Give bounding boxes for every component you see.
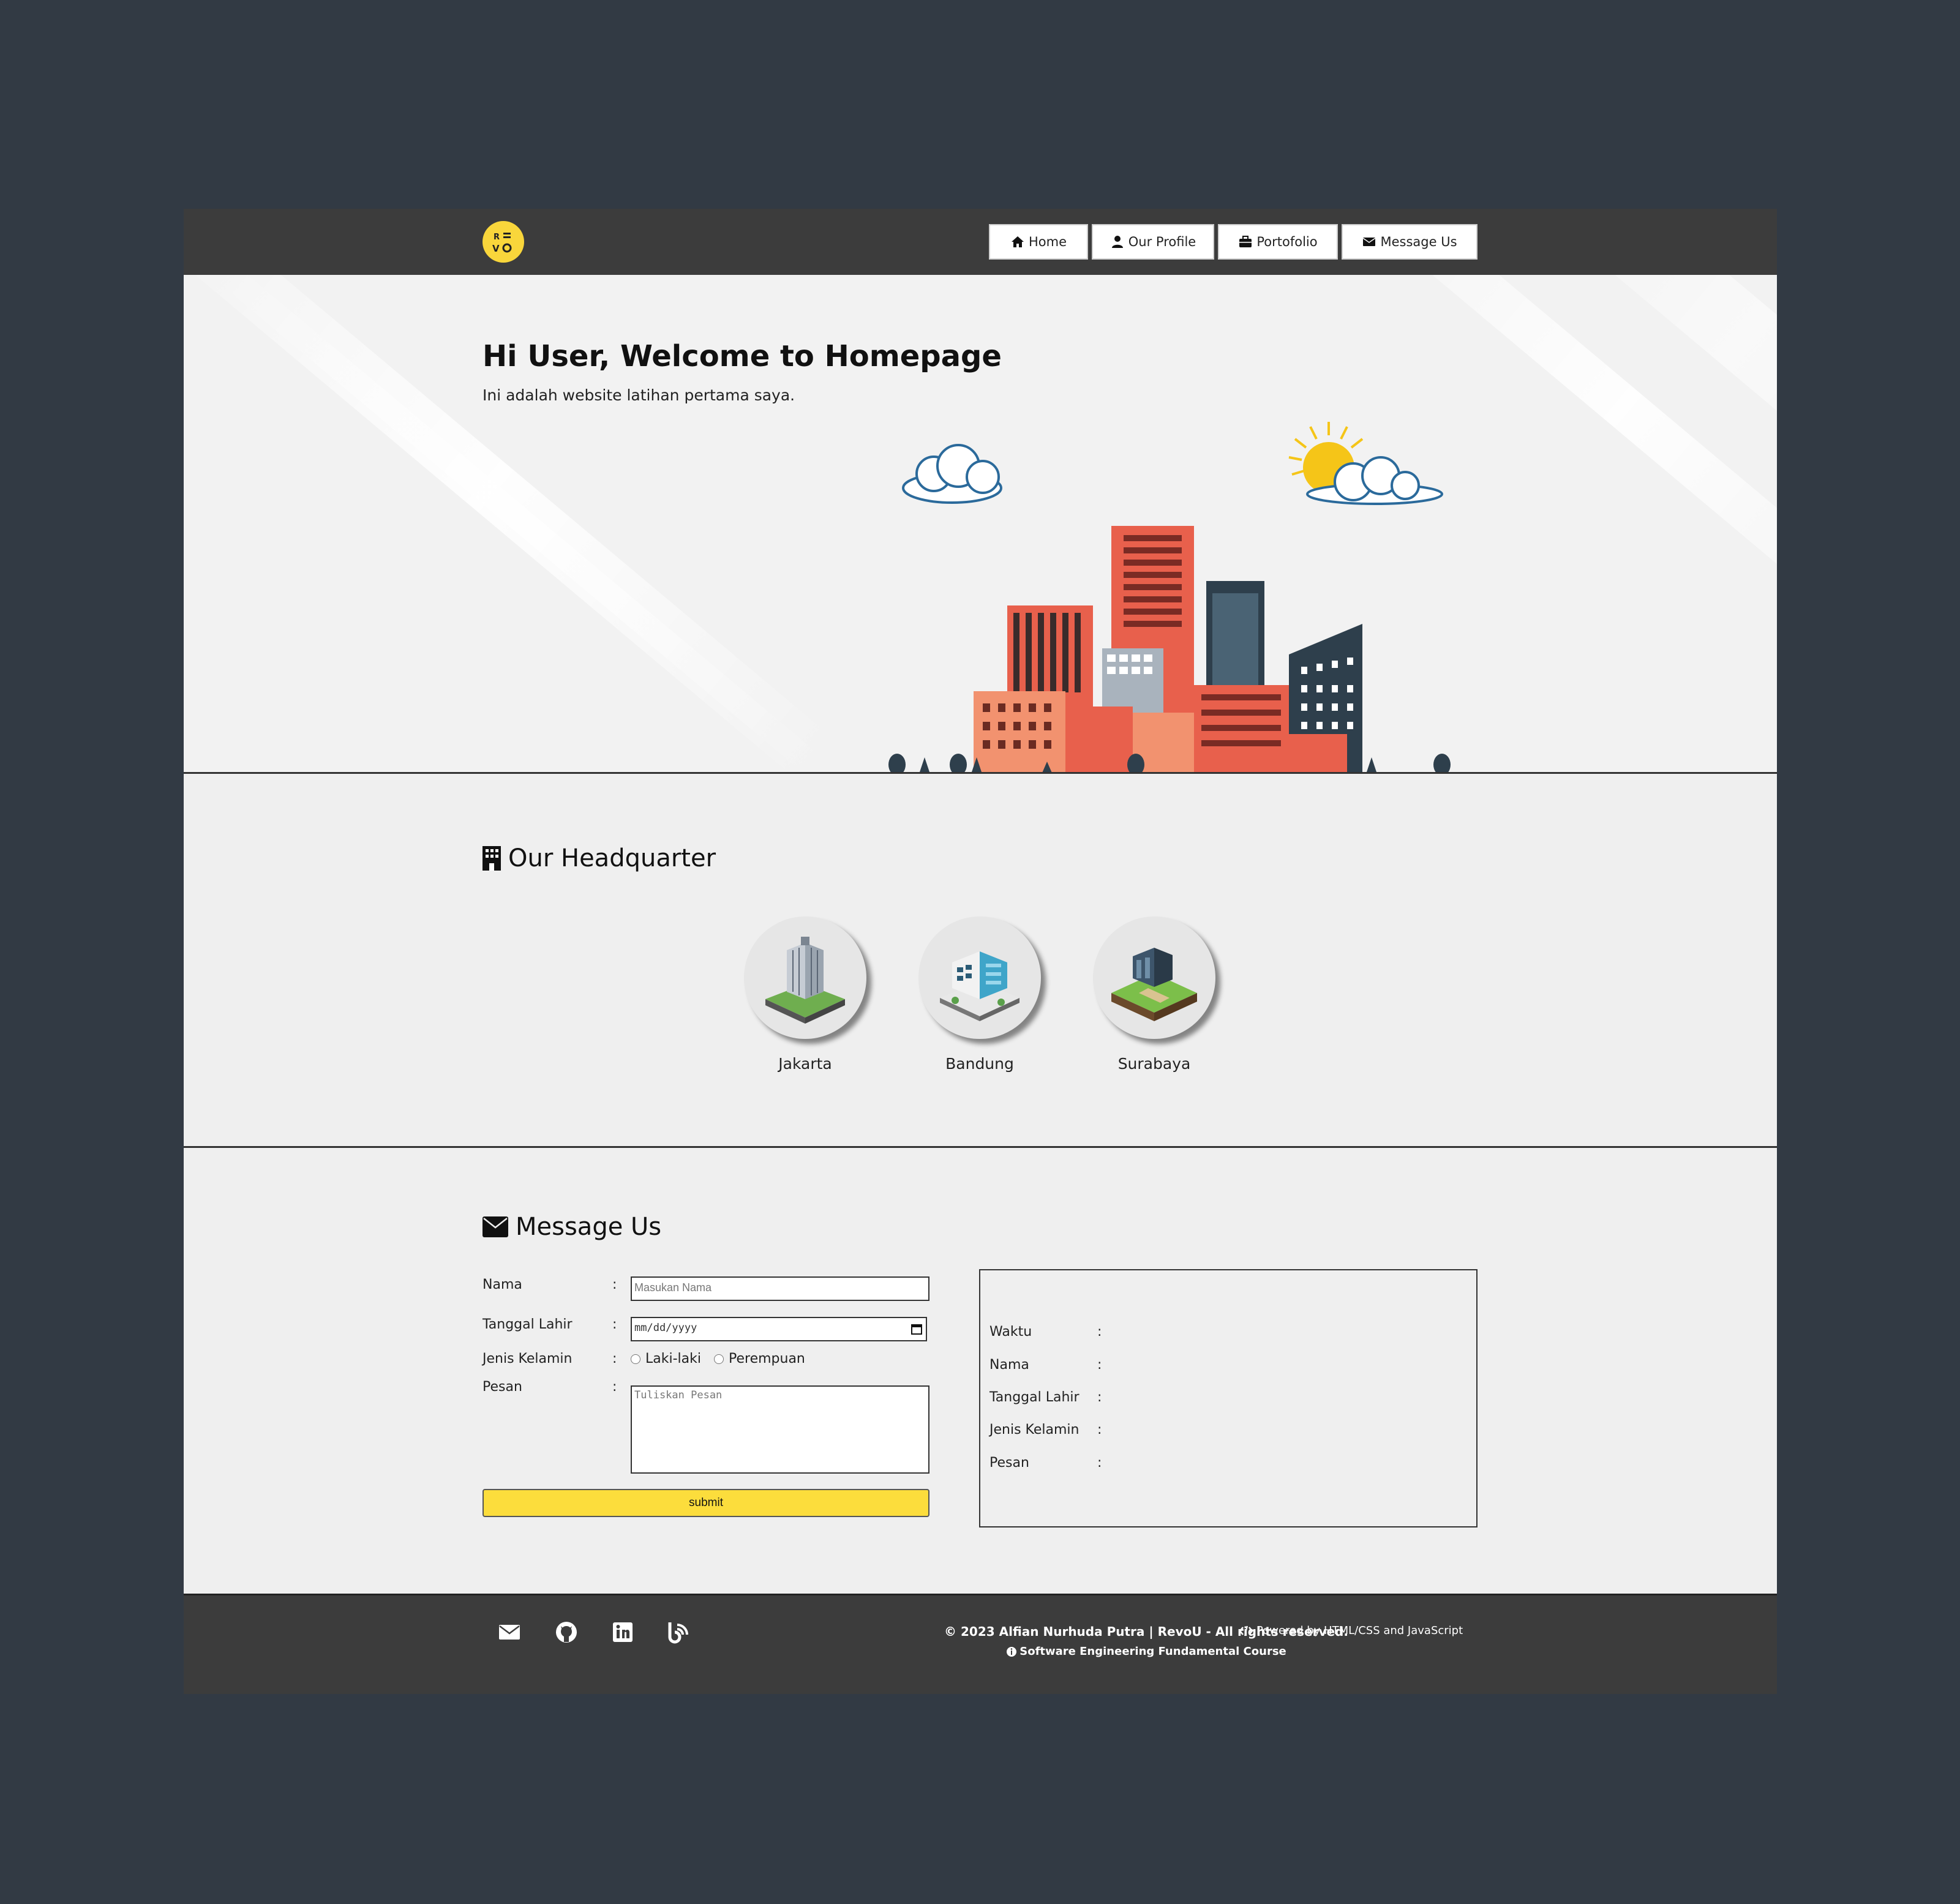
gender-female-label: Perempuan (729, 1351, 805, 1366)
nav-message-label: Message Us (1380, 234, 1457, 249)
gender-male-label: Laki-laki (645, 1351, 701, 1366)
building-icon (482, 846, 501, 871)
linkedin-icon[interactable] (610, 1620, 635, 1644)
gender-label: Jenis Kelamin (482, 1351, 573, 1366)
colon: : (612, 1351, 617, 1366)
nav-portfolio-button[interactable]: Portofolio (1218, 224, 1338, 260)
github-icon[interactable] (554, 1620, 579, 1644)
nav-home-button[interactable]: Home (989, 224, 1088, 260)
dob-label: Tanggal Lahir (482, 1317, 573, 1332)
nav-profile-button[interactable]: Our Profile (1092, 224, 1214, 260)
user-icon (1111, 236, 1123, 248)
name-input[interactable]: Masukan Nama (631, 1276, 929, 1301)
calendar-icon[interactable] (911, 1324, 922, 1335)
name-placeholder: Masukan Nama (634, 1281, 712, 1294)
home-icon (1011, 236, 1024, 247)
envelope-icon (1363, 238, 1376, 246)
hq-label-surabaya: Surabaya (1117, 1055, 1191, 1073)
code-icon (1239, 1625, 1253, 1636)
colon: : (612, 1317, 617, 1332)
radio-male[interactable] (631, 1354, 640, 1364)
navbar: R V Home Our Profile Portofolio Message … (184, 209, 1777, 275)
result-label-dob: Tanggal Lahir (989, 1390, 1080, 1405)
blog-icon[interactable] (666, 1620, 691, 1644)
hq-image-jakarta (744, 916, 866, 1039)
hero-section: Hi User, Welcome to Homepage Ini adalah … (184, 275, 1777, 772)
briefcase-icon (1239, 236, 1252, 247)
logo-icon: R V (492, 233, 512, 254)
office-block-icon (1111, 948, 1197, 1021)
powered-line: Powered by HTML/CSS and JavaScript (1239, 1624, 1463, 1637)
envelope-icon (482, 1216, 508, 1237)
hq-image-surabaya (1093, 916, 1215, 1039)
colon: : (1097, 1390, 1102, 1405)
message-placeholder: Tuliskan Pesan (634, 1389, 723, 1401)
course-line: Software Engineering Fundamental Course (798, 1645, 1495, 1658)
office-tower-icon (765, 937, 845, 1024)
svg-text:R: R (494, 233, 500, 242)
radio-female[interactable] (714, 1354, 724, 1364)
city-illustration (888, 422, 1451, 772)
colon: : (1097, 1422, 1102, 1437)
course-text: Software Engineering Fundamental Course (1019, 1645, 1286, 1658)
office-building-icon (940, 951, 1019, 1021)
hq-card-bandung[interactable]: Bandung (918, 916, 1053, 1073)
page-frame: R V Home Our Profile Portofolio Message … (184, 209, 1777, 1694)
submit-button[interactable]: submit (482, 1489, 929, 1517)
message-textarea[interactable]: Tuliskan Pesan (631, 1385, 929, 1474)
dob-input[interactable]: mm/dd/yyyy (631, 1317, 927, 1341)
powered-text: Powered by HTML/CSS and JavaScript (1256, 1624, 1463, 1637)
envelope-icon[interactable] (497, 1620, 522, 1644)
dob-placeholder: mm/dd/yyyy (634, 1322, 697, 1334)
nav-message-button[interactable]: Message Us (1342, 224, 1478, 260)
result-label-name: Nama (989, 1357, 1029, 1373)
nav-profile-label: Our Profile (1128, 234, 1196, 249)
info-icon (1007, 1646, 1017, 1657)
gender-option-female[interactable]: Perempuan (714, 1351, 805, 1366)
message-title: Message Us (482, 1213, 661, 1241)
name-label: Nama (482, 1277, 522, 1292)
hq-card-surabaya[interactable]: Surabaya (1093, 916, 1228, 1073)
svg-text:V: V (492, 243, 500, 254)
section-divider (184, 772, 1777, 774)
headquarter-title-text: Our Headquarter (508, 844, 716, 872)
colon: : (612, 1277, 617, 1292)
hq-label-jakarta: Jakarta (778, 1055, 832, 1073)
result-label-message: Pesan (989, 1455, 1029, 1471)
hero-title: Hi User, Welcome to Homepage (482, 339, 1002, 373)
footer (184, 1594, 1777, 1694)
nav-home-label: Home (1028, 234, 1067, 249)
colon: : (1097, 1357, 1102, 1373)
result-label-time: Waktu (989, 1324, 1032, 1340)
gender-option-male[interactable]: Laki-laki (631, 1351, 701, 1366)
hero-subtitle: Ini adalah website latihan pertama saya. (482, 386, 795, 404)
logo[interactable]: R V (482, 221, 524, 263)
colon: : (1097, 1324, 1102, 1340)
headquarter-title: Our Headquarter (482, 844, 716, 872)
hq-card-jakarta[interactable]: Jakarta (744, 916, 879, 1073)
hq-image-bandung (918, 916, 1041, 1039)
message-label: Pesan (482, 1379, 522, 1395)
message-title-text: Message Us (516, 1213, 662, 1241)
cloud-left (902, 444, 1002, 504)
nav-portfolio-label: Portofolio (1256, 234, 1318, 249)
hq-label-bandung: Bandung (945, 1055, 1014, 1073)
colon: : (1097, 1455, 1102, 1471)
section-divider (184, 1146, 1777, 1148)
result-label-gender: Jenis Kelamin (989, 1422, 1080, 1437)
colon: : (612, 1379, 617, 1395)
